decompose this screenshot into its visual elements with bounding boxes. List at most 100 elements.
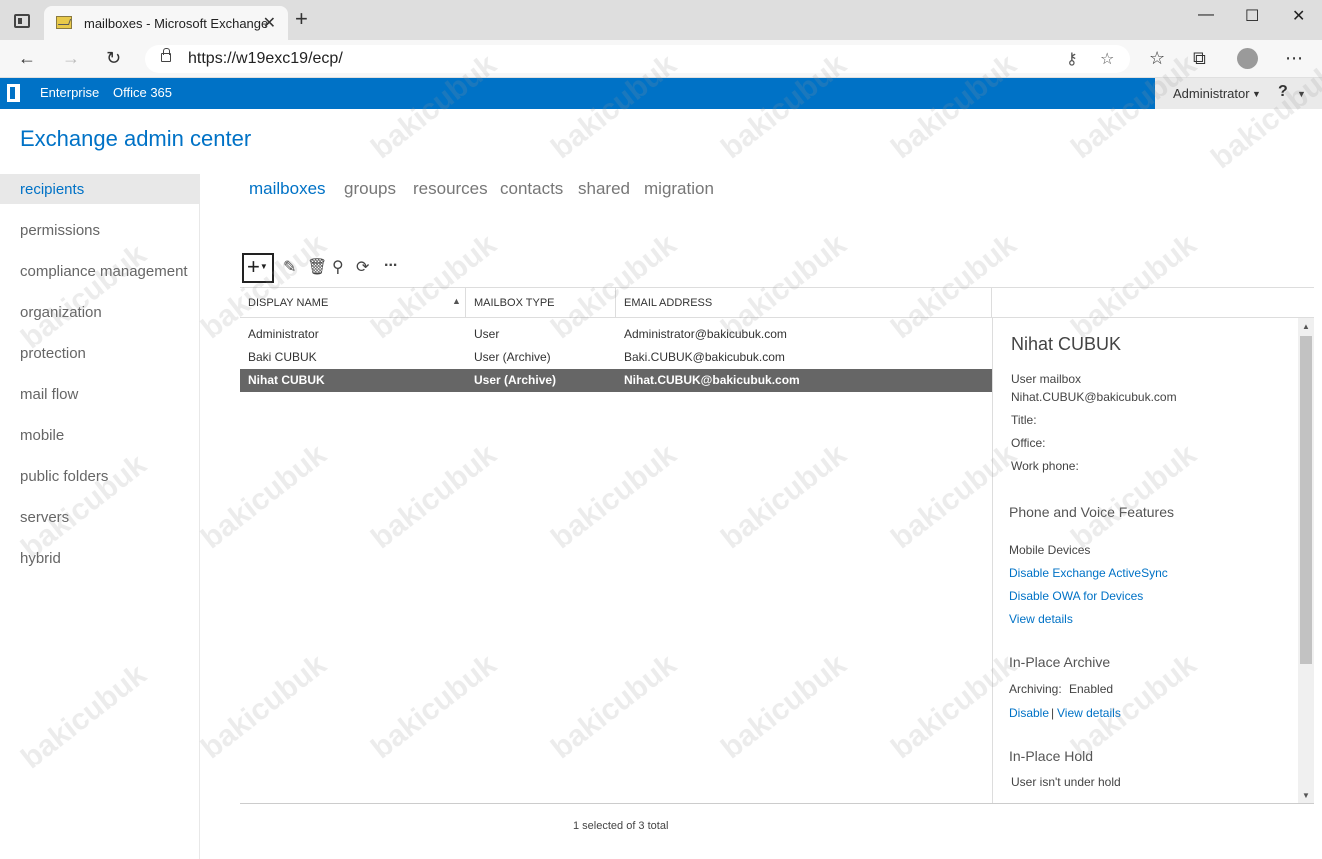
nav-servers[interactable]: servers	[0, 502, 199, 532]
page-title: Exchange admin center	[20, 126, 252, 151]
refresh-icon[interactable]: ⟳	[356, 257, 369, 277]
link-separator: |	[1051, 706, 1055, 720]
more-menu-icon[interactable]: ⋯	[1285, 48, 1303, 69]
cell-display-name: Baki CUBUK	[248, 350, 317, 364]
column-display-name[interactable]: DISPLAY NAME	[248, 297, 328, 309]
scroll-up-icon[interactable]: ▲	[1302, 322, 1310, 331]
grid-bottom-border	[240, 803, 1314, 804]
column-mailbox-type[interactable]: MAILBOX TYPE	[474, 297, 555, 309]
mobile-view-details-link[interactable]: View details	[1009, 612, 1073, 626]
watermark: bakicubuk	[715, 437, 853, 556]
nav-hybrid[interactable]: hybrid	[0, 543, 199, 573]
hold-heading: In-Place Hold	[1009, 748, 1094, 764]
key-icon[interactable]: ⚷	[1066, 49, 1078, 69]
enterprise-link[interactable]: Enterprise	[40, 85, 99, 114]
tab-migration[interactable]: migration	[644, 179, 714, 199]
collections-icon[interactable]: ⧉	[1193, 48, 1206, 69]
archiving-value: Enabled	[1069, 682, 1114, 696]
archive-disable-link[interactable]: Disable	[1009, 706, 1049, 720]
disable-owa-link[interactable]: Disable OWA for Devices	[1009, 589, 1143, 603]
maximize-button[interactable]: ☐	[1245, 6, 1259, 26]
archiving-label: Archiving:	[1009, 682, 1062, 696]
exchange-favicon-icon	[56, 16, 72, 29]
cell-email: Baki.CUBUK@bakicubuk.com	[624, 350, 785, 364]
details-mailbox-type: User mailbox	[1011, 372, 1082, 386]
details-name: Nihat CUBUK	[1011, 334, 1122, 354]
phone-voice-heading: Phone and Voice Features	[1009, 504, 1175, 520]
tab-mailboxes[interactable]: mailboxes	[249, 179, 326, 199]
suite-bar: Enterprise Office 365 Administrator ▼ ? …	[0, 78, 1322, 114]
watermark: bakicubuk	[195, 647, 333, 766]
more-options-icon[interactable]: ...	[384, 253, 397, 271]
close-window-button[interactable]: ✕	[1292, 6, 1305, 26]
details-email: Nihat.CUBUK@bakicubuk.com	[1011, 390, 1177, 404]
address-bar-row: ← → ↻ https://w19exc19/ecp/ ⚷ ☆ ☆ ⧉ ⋯	[0, 40, 1322, 78]
browser-tab-bar: mailboxes - Microsoft Exchange ✕ + — ☐ ✕	[0, 0, 1322, 40]
left-nav: recipients permissions compliance manage…	[0, 174, 200, 859]
scroll-down-icon[interactable]: ▼	[1302, 791, 1310, 800]
details-scrollbar-thumb[interactable]	[1300, 336, 1312, 664]
nav-public-folders[interactable]: public folders	[0, 461, 199, 491]
table-row[interactable]: Baki CUBUK User (Archive) Baki.CUBUK@bak…	[240, 346, 992, 369]
office365-link[interactable]: Office 365	[113, 85, 172, 100]
nav-mobile[interactable]: mobile	[0, 420, 199, 450]
add-favorite-icon[interactable]: ☆	[1100, 49, 1114, 69]
tab-actions-icon[interactable]	[14, 14, 30, 28]
delete-trash-icon[interactable]: 🗑	[307, 257, 327, 277]
edit-pencil-icon[interactable]: ✎	[283, 257, 296, 277]
refresh-icon[interactable]: ↻	[106, 48, 121, 69]
tab-shared[interactable]: shared	[578, 179, 630, 199]
cell-email: Administrator@bakicubuk.com	[624, 327, 787, 341]
cell-mailbox-type: User (Archive)	[474, 373, 557, 387]
cell-mailbox-type: User (Archive)	[474, 350, 551, 364]
minimize-button[interactable]: —	[1198, 6, 1214, 24]
nav-compliance-management[interactable]: compliance management	[0, 256, 199, 286]
column-divider	[615, 288, 616, 318]
nav-recipients[interactable]: recipients	[0, 174, 199, 204]
table-row[interactable]: Administrator User Administrator@bakicub…	[240, 323, 992, 346]
user-caret-icon[interactable]: ▼	[1252, 89, 1261, 99]
tab-groups[interactable]: groups	[344, 179, 396, 199]
user-area: Administrator ▼ ? ▼	[1155, 78, 1322, 109]
forward-icon[interactable]: →	[62, 48, 80, 69]
help-caret-icon[interactable]: ▼	[1297, 89, 1306, 99]
favorites-icon[interactable]: ☆	[1149, 48, 1165, 69]
lock-icon[interactable]	[161, 48, 171, 62]
cell-display-name: Nihat CUBUK	[248, 373, 325, 387]
url-field[interactable]: https://w19exc19/ecp/ ⚷ ☆	[145, 45, 1130, 73]
nav-permissions[interactable]: permissions	[0, 215, 199, 245]
url-text[interactable]: https://w19exc19/ecp/	[188, 50, 343, 68]
hold-status: User isn't under hold	[1011, 775, 1121, 789]
watermark: bakicubuk	[545, 437, 683, 556]
user-menu[interactable]: Administrator	[1173, 86, 1250, 101]
nav-protection[interactable]: protection	[0, 338, 199, 368]
nav-mail-flow[interactable]: mail flow	[0, 379, 199, 409]
disable-activesync-link[interactable]: Disable Exchange ActiveSync	[1009, 566, 1168, 580]
search-icon[interactable]: ⚲	[332, 257, 344, 277]
office-logo-icon[interactable]	[7, 84, 20, 102]
nav-organization[interactable]: organization	[0, 297, 199, 327]
watermark: bakicubuk	[365, 647, 503, 766]
details-office-label: Office:	[1011, 436, 1046, 450]
details-work-phone-label: Work phone:	[1011, 459, 1079, 473]
new-tab-button[interactable]: +	[295, 8, 308, 30]
archive-view-details-link[interactable]: View details	[1057, 706, 1121, 720]
tab-resources[interactable]: resources	[413, 179, 488, 199]
cell-mailbox-type: User	[474, 327, 500, 341]
column-email-address[interactable]: EMAIL ADDRESS	[624, 297, 712, 309]
table-row-selected[interactable]: Nihat CUBUK User (Archive) Nihat.CUBUK@b…	[240, 369, 992, 392]
tab-contacts[interactable]: contacts	[500, 179, 563, 199]
close-tab-icon[interactable]: ✕	[263, 13, 276, 33]
column-divider	[465, 288, 466, 318]
help-icon[interactable]: ?	[1278, 83, 1288, 101]
column-divider	[991, 288, 992, 318]
back-icon[interactable]: ←	[18, 48, 36, 69]
cell-email: Nihat.CUBUK@bakicubuk.com	[624, 373, 800, 387]
profile-avatar-icon[interactable]	[1237, 48, 1258, 69]
watermark: bakicubuk	[365, 437, 503, 556]
browser-tab[interactable]: mailboxes - Microsoft Exchange ✕	[44, 6, 288, 40]
add-button[interactable]: +▼	[242, 253, 274, 283]
sort-ascending-icon: ▲	[452, 296, 461, 306]
selection-count: 1 selected of 3 total	[573, 820, 669, 832]
cell-display-name: Administrator	[248, 327, 319, 341]
